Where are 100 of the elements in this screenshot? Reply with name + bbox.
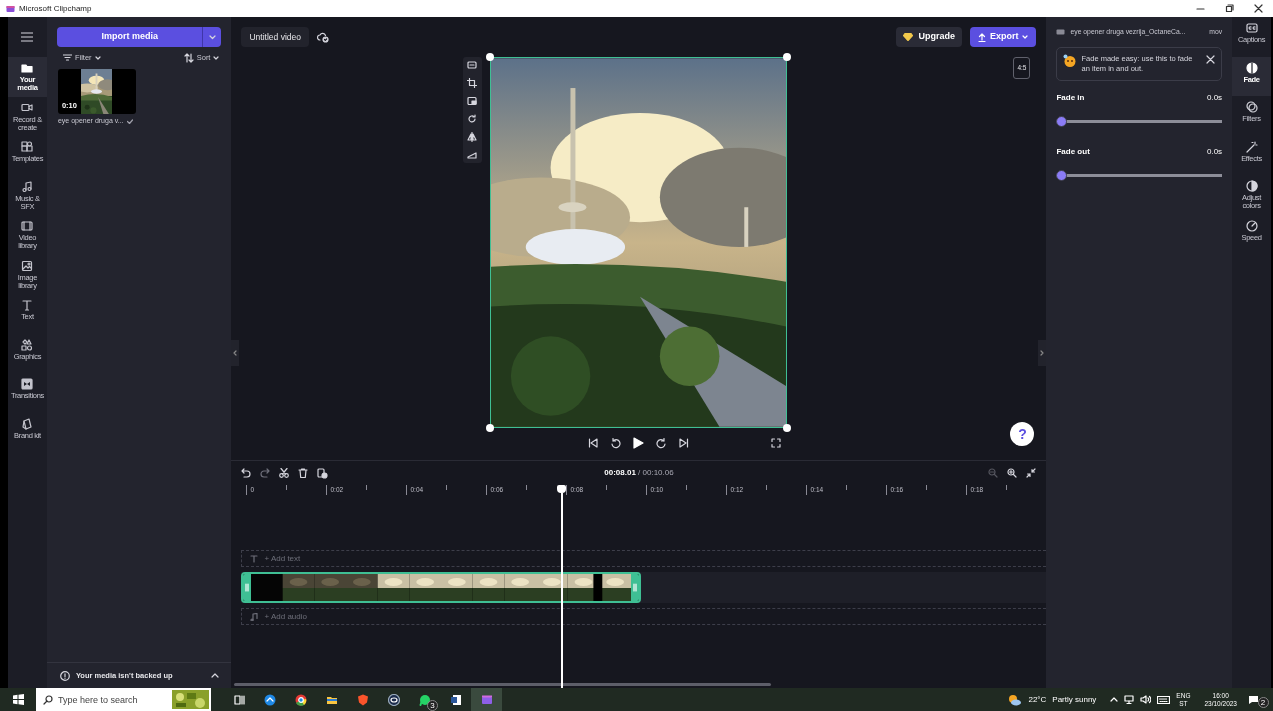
chevron-icon	[233, 350, 238, 356]
cloud-sync-icon	[317, 31, 329, 43]
skip-forward-icon[interactable]	[679, 438, 690, 448]
undo-icon[interactable]	[241, 468, 252, 478]
pip-icon[interactable]	[467, 96, 478, 106]
add-clip-icon[interactable]	[317, 467, 329, 479]
folder-icon	[21, 62, 34, 74]
video-clip[interactable]	[241, 572, 642, 603]
caret-icon	[208, 34, 216, 40]
trim-handle[interactable]	[631, 574, 640, 601]
caret-icon	[94, 55, 101, 60]
text-icon	[21, 299, 34, 311]
chat-icon	[418, 693, 431, 706]
weather-text: Partly sunny	[1052, 693, 1097, 706]
caret-icon	[213, 55, 220, 60]
close-icon[interactable]	[1254, 4, 1263, 13]
scrollbar[interactable]	[234, 683, 772, 686]
filters-icon	[1245, 101, 1258, 113]
menu-icon[interactable]	[21, 32, 34, 42]
shapes-icon	[21, 338, 34, 351]
resize-handle[interactable]	[782, 424, 791, 432]
film-icon	[21, 220, 34, 232]
sphere-icon	[387, 693, 400, 706]
help-button[interactable]: ?	[1010, 422, 1035, 446]
close-button[interactable]	[1206, 54, 1216, 64]
resize-handle[interactable]	[782, 53, 791, 61]
app-logo-icon	[6, 4, 15, 13]
network-icon[interactable]	[1124, 695, 1135, 704]
playhead-handle[interactable]	[557, 485, 567, 493]
brand-icon	[21, 417, 34, 430]
zoom-in-icon[interactable]	[1007, 468, 1018, 478]
camera-icon	[21, 101, 34, 114]
search-bar[interactable]: Type here to search	[36, 688, 211, 711]
upgrade-button[interactable]: Upgrade	[896, 27, 962, 47]
search-field[interactable]: Type here to search	[58, 691, 167, 708]
filter-icon	[62, 54, 72, 62]
transitions-icon	[21, 378, 34, 390]
slider-label: Fade out	[1056, 146, 1090, 158]
edge-icon	[263, 693, 276, 706]
window-title: Microsoft Clipchamp	[19, 2, 92, 15]
windows-icon[interactable]	[12, 694, 24, 705]
diamond-icon	[903, 33, 914, 41]
slider-thumb[interactable]	[1056, 170, 1068, 181]
play-icon[interactable]	[633, 437, 645, 449]
rotate-icon[interactable]	[467, 114, 478, 124]
speed-icon	[1245, 219, 1258, 232]
chevron-up-icon[interactable]	[1110, 697, 1119, 702]
import-dropdown-button[interactable]	[202, 27, 222, 47]
fit-timeline-icon[interactable]	[1026, 468, 1037, 478]
badge-count: 3	[427, 700, 438, 711]
audio-icon[interactable]	[467, 150, 478, 160]
skip-back-icon[interactable]	[588, 438, 599, 448]
delete-icon[interactable]	[298, 468, 309, 478]
playhead[interactable]	[561, 493, 564, 688]
slider-thumb[interactable]	[1056, 116, 1068, 127]
cut-icon[interactable]	[279, 468, 290, 478]
document-icon	[449, 693, 462, 706]
chevron-icon	[1040, 350, 1045, 356]
slider-value: 0.0s	[1206, 92, 1223, 104]
badge-count: 2	[1257, 697, 1269, 708]
upload-icon	[977, 32, 986, 42]
forward-icon[interactable]	[656, 437, 668, 449]
captions-icon	[1245, 22, 1258, 34]
text-track[interactable]: + Add text	[241, 550, 1047, 567]
zoom-out-icon[interactable]	[988, 468, 999, 478]
slider-value: 0.0s	[1206, 146, 1223, 158]
music-icon	[250, 612, 259, 621]
fit-icon[interactable]	[467, 60, 478, 70]
music-icon	[21, 180, 34, 193]
crop-icon[interactable]	[467, 78, 478, 88]
project-title-field[interactable]: Untitled video	[241, 26, 309, 48]
expand-icon[interactable]	[211, 673, 220, 678]
effects-icon	[1245, 140, 1258, 153]
fade-icon	[1245, 61, 1258, 74]
close-icon	[1206, 54, 1216, 64]
keyboard-icon[interactable]	[1157, 695, 1171, 704]
text-icon	[250, 554, 259, 563]
rewind-icon[interactable]	[610, 437, 622, 449]
caret-icon	[1022, 35, 1029, 39]
image-icon	[21, 259, 34, 272]
maximize-icon[interactable]	[1225, 4, 1234, 13]
weather-icon	[1008, 693, 1023, 706]
trim-handle[interactable]	[243, 574, 252, 601]
search-icon	[43, 694, 53, 705]
temperature: 22°C	[1028, 693, 1047, 706]
resize-handle[interactable]	[485, 424, 494, 432]
fullscreen-icon[interactable]	[771, 438, 782, 448]
taskbar-app[interactable]: 3	[409, 688, 440, 711]
notification-icon[interactable]	[1247, 694, 1259, 705]
emoji-icon	[1063, 54, 1077, 67]
flip-icon[interactable]	[467, 132, 478, 142]
volume-icon[interactable]	[1140, 695, 1152, 704]
import-media-button[interactable]: Import media	[56, 27, 203, 47]
clip-icon	[1056, 29, 1066, 35]
chrome-icon	[294, 693, 307, 706]
audio-track[interactable]: + Add audio	[241, 608, 1047, 625]
resize-handle[interactable]	[485, 53, 494, 61]
redo-icon[interactable]	[260, 468, 271, 478]
export-button[interactable]: Export	[969, 27, 1037, 47]
templates-icon	[21, 141, 34, 153]
